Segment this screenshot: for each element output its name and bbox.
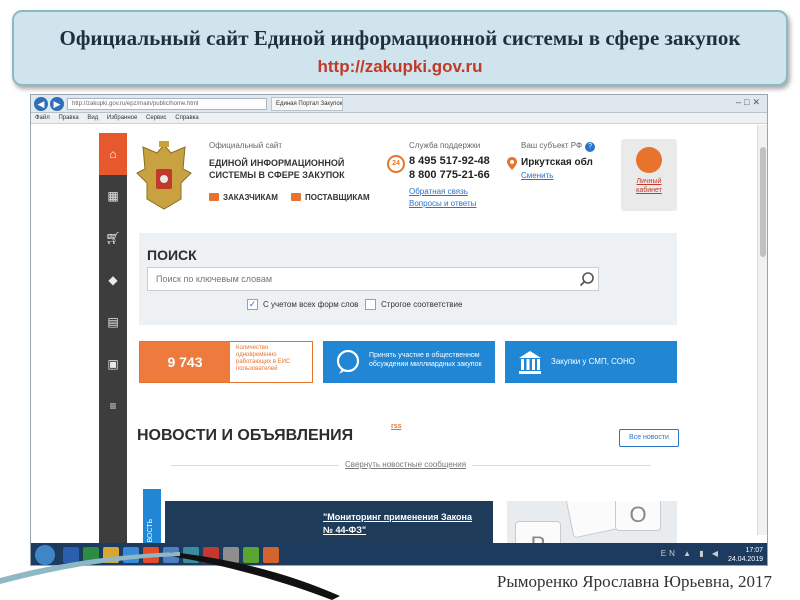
personal-cabinet-button[interactable]: Личный кабинет (621, 139, 677, 211)
site-label: Официальный сайт (209, 141, 283, 150)
all-news-button[interactable]: Все новости (619, 429, 679, 447)
list-icon[interactable]: ≡ (99, 385, 127, 427)
slide-author: Рыморенко Ярославна Юрьевна, 2017 (496, 572, 772, 591)
website-screenshot: ◀ ▶ http://zakupki.gov.ru/epz/main/publi… (30, 94, 768, 566)
news-heading: НОВОСТИ И ОБЪЯВЛЕНИЯ (137, 427, 354, 444)
collapse-news-link[interactable]: Свернуть новостные сообщения (339, 460, 473, 469)
browser-toolbar: ◀ ▶ http://zakupki.gov.ru/epz/main/publi… (31, 95, 767, 113)
users-count-tile[interactable]: 9 743 Количество одновременно работающих… (139, 341, 313, 383)
close-icon[interactable]: ✕ (752, 97, 763, 107)
suppliers-icon (291, 193, 301, 201)
slide: Официальный сайт Единой информационной с… (0, 0, 800, 600)
help-icon[interactable]: ? (585, 142, 596, 152)
region-heading: Ваш субъект РФ? (521, 141, 596, 152)
calendar-icon[interactable]: ▦ (99, 175, 127, 217)
title-banner: Официальный сайт Единой информационной с… (12, 10, 788, 86)
region-value: Иркутская обл (521, 157, 593, 168)
cart-icon[interactable]: 🛒︎ (99, 217, 127, 259)
sidebar: ⌂ ▦ 🛒︎ ◆ ▤ ▣ ≡ (99, 133, 127, 553)
strict-match-label: Строгое соответствие (381, 300, 463, 309)
home-icon[interactable]: ⌂ (99, 133, 127, 175)
support-heading: Служба поддержки (409, 141, 481, 150)
building-icon (519, 351, 541, 374)
news-card-title[interactable]: "Мониторинг применения Закона № 44-ФЗ" (323, 511, 483, 537)
region-heading-label: Ваш субъект РФ (521, 141, 583, 150)
browser-tab[interactable]: Единая Портал Закупок (271, 97, 343, 111)
menu-help[interactable]: Справка (175, 115, 199, 121)
support-24-icon: 24 (387, 155, 405, 173)
search-heading: ПОИСК (147, 247, 197, 263)
menu-favorites[interactable]: Избранное (107, 115, 137, 121)
menu-tools[interactable]: Сервис (146, 115, 167, 121)
browser-menubar: Файл Правка Вид Избранное Сервис Справка (31, 113, 767, 124)
back-icon[interactable]: ◀ (34, 97, 48, 111)
location-pin-icon (507, 157, 517, 170)
site-name: ЕДИНОЙ ИНФОРМАЦИОННОЙ СИСТЕМЫ В СФЕРЕ ЗА… (209, 158, 345, 180)
search-icon[interactable] (579, 271, 595, 287)
browser-window-controls[interactable]: –□✕ (736, 97, 763, 108)
smp-purchases-tile[interactable]: Закупки у СМП, СОНО (505, 341, 677, 383)
word-forms-label: С учетом всех форм слов (263, 300, 359, 309)
search-panel: ПОИСК ✓ С учетом всех форм слов Строгое … (139, 233, 677, 325)
keyboard-key-o: O (615, 501, 661, 531)
chat-bubble-icon (336, 349, 360, 374)
customers-label: ЗАКАЗЧИКАМ (223, 193, 278, 202)
suppliers-label: ПОСТАВЩИКАМ (305, 193, 370, 202)
rss-link[interactable]: rss (391, 423, 402, 430)
support-phone-2[interactable]: 8 800 775-21-66 (409, 169, 490, 181)
menu-file[interactable]: Файл (35, 115, 50, 121)
public-discussion-tile[interactable]: Принять участие в общественном обсуждени… (323, 341, 495, 383)
slide-title: Официальный сайт Единой информационной с… (59, 26, 741, 50)
support-phone-1[interactable]: 8 495 517-92-48 (409, 155, 490, 167)
users-count-label: Количество одновременно работающих в ЕИС… (236, 345, 291, 372)
feedback-link[interactable]: Обратная связь (409, 187, 468, 196)
customers-link[interactable]: ЗАКАЗЧИКАМ (209, 193, 278, 202)
public-discussion-label: Принять участие в общественном обсуждени… (369, 352, 482, 368)
users-count: 9 743 (140, 342, 230, 382)
document-icon[interactable]: ▤ (99, 301, 127, 343)
suppliers-link[interactable]: ПОСТАВЩИКАМ (291, 193, 370, 202)
address-bar[interactable]: http://zakupki.gov.ru/epz/main/public/ho… (67, 98, 267, 110)
forward-icon[interactable]: ▶ (50, 97, 64, 111)
cabinet-label-2: кабинет (636, 187, 662, 194)
lock-icon (636, 147, 662, 173)
page-scrollbar[interactable] (757, 125, 767, 535)
briefcase-icon[interactable]: ▣ (99, 343, 127, 385)
slide-url[interactable]: http://zakupki.gov.ru (14, 57, 786, 77)
smp-purchases-label: Закупки у СМП, СОНО (551, 357, 635, 366)
menu-edit[interactable]: Правка (58, 115, 78, 121)
region-change-link[interactable]: Сменить (521, 171, 553, 180)
strict-match-checkbox[interactable] (365, 299, 376, 310)
search-input[interactable] (147, 267, 599, 291)
cabinet-label-1: Личный (636, 178, 662, 185)
scroll-thumb[interactable] (760, 147, 766, 257)
word-forms-checkbox[interactable]: ✓ (247, 299, 258, 310)
customers-icon (209, 193, 219, 201)
coat-of-arms-icon (136, 141, 192, 210)
minimize-icon[interactable]: – (736, 97, 744, 107)
menu-view[interactable]: Вид (87, 115, 98, 121)
faq-link[interactable]: Вопросы и ответы (409, 199, 476, 208)
book-icon[interactable]: ◆ (99, 259, 127, 301)
